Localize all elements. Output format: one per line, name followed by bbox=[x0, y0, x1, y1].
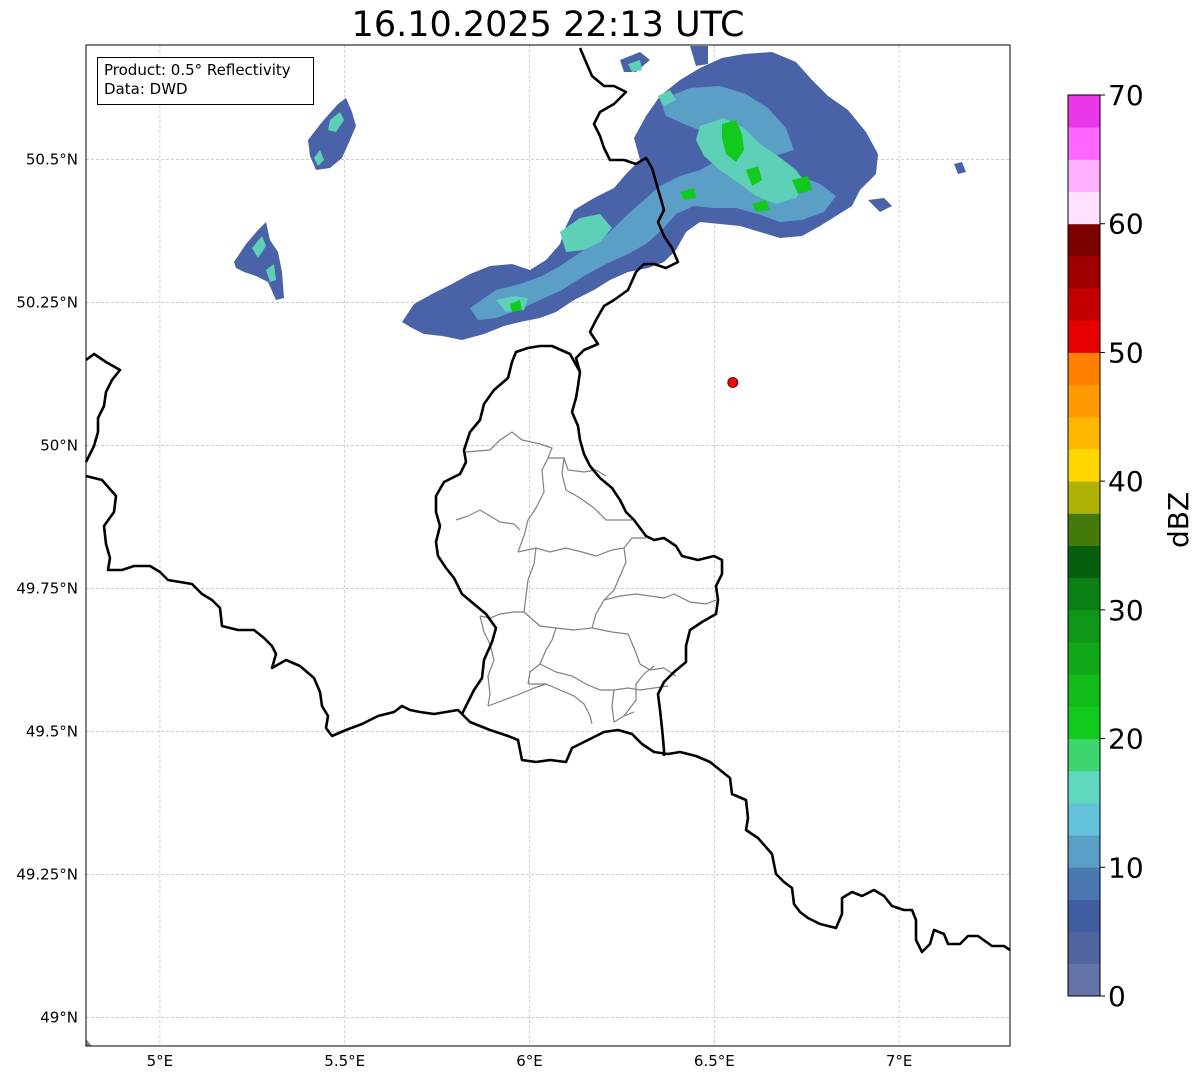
colorbar-tick-label: 70 bbox=[1108, 79, 1144, 112]
colorbar-tick-label: 40 bbox=[1108, 465, 1144, 498]
colorbar-tick-label: 10 bbox=[1108, 851, 1144, 884]
y-tick-label: 50.5°N bbox=[26, 150, 78, 168]
radar-map-figure: 5°E 5.5°E 6°E 6.5°E 7°E 49°N 49.25°N 49.5°N 49.… bbox=[16, 44, 1144, 1070]
colorbar-segment bbox=[1068, 835, 1100, 868]
colorbar-segment bbox=[1068, 899, 1100, 933]
colorbar-segment bbox=[1068, 448, 1100, 482]
y-tick-label: 50.25°N bbox=[16, 293, 78, 311]
radar-site-marker[interactable] bbox=[727, 377, 739, 388]
data-source-label: Data: DWD bbox=[104, 80, 188, 98]
colorbar-segment bbox=[1068, 416, 1100, 450]
colorbar-segment bbox=[1068, 738, 1100, 772]
colorbar-tick-label: 20 bbox=[1108, 723, 1144, 756]
colorbar-segment bbox=[1068, 963, 1100, 997]
colorbar-segment bbox=[1068, 127, 1100, 160]
colorbar-segment bbox=[1068, 609, 1100, 643]
colorbar-segment bbox=[1068, 384, 1100, 418]
y-tick-label: 49.5°N bbox=[26, 722, 78, 740]
y-tick-label: 50°N bbox=[40, 436, 78, 454]
x-axis-ticks: 5°E 5.5°E 6°E 6.5°E 7°E bbox=[147, 1052, 913, 1070]
colorbar-segment bbox=[1068, 223, 1100, 257]
colorbar-segment bbox=[1068, 577, 1100, 611]
colorbar-segment bbox=[1068, 706, 1100, 740]
x-tick-label: 6°E bbox=[516, 1052, 543, 1070]
x-tick-label: 7°E bbox=[886, 1052, 913, 1070]
colorbar-segment bbox=[1068, 320, 1100, 353]
colorbar-segment bbox=[1068, 867, 1100, 900]
map-axes[interactable] bbox=[84, 44, 1011, 1047]
colorbar-tick-label: 0 bbox=[1108, 980, 1126, 1013]
colorbar-tick-label: 30 bbox=[1108, 594, 1144, 627]
colorbar-segment bbox=[1068, 191, 1100, 225]
colorbar-tick-label: 60 bbox=[1108, 208, 1144, 241]
colorbar-segment bbox=[1068, 674, 1100, 707]
colorbar-segment bbox=[1068, 642, 1100, 675]
colorbar-segment bbox=[1068, 931, 1100, 965]
colorbar-segment bbox=[1068, 770, 1100, 804]
colorbar-segment bbox=[1068, 545, 1100, 579]
colorbar-segment bbox=[1068, 95, 1100, 128]
product-label: Product: 0.5° Reflectivity bbox=[104, 61, 291, 79]
info-box: Product: 0.5° Reflectivity Data: DWD bbox=[97, 57, 314, 105]
colorbar-segment bbox=[1068, 352, 1100, 386]
map-background bbox=[86, 45, 1010, 1046]
y-axis-ticks: 49°N 49.25°N 49.5°N 49.75°N 50°N 50.25°N 50.5°… bbox=[16, 150, 78, 1026]
y-tick-label: 49.25°N bbox=[16, 865, 78, 883]
colorbar-segment bbox=[1068, 513, 1100, 546]
colorbar-segment bbox=[1068, 802, 1100, 836]
x-tick-label: 5.5°E bbox=[324, 1052, 365, 1070]
colorbar-label: dBZ bbox=[1162, 491, 1195, 548]
colorbar-segment bbox=[1068, 255, 1100, 289]
colorbar-segment bbox=[1068, 288, 1100, 321]
y-tick-label: 49.75°N bbox=[16, 579, 78, 597]
colorbar-segment bbox=[1068, 481, 1100, 514]
x-tick-label: 6.5°E bbox=[694, 1052, 735, 1070]
colorbar-segment bbox=[1068, 159, 1100, 193]
x-tick-label: 5°E bbox=[147, 1052, 174, 1070]
colorbar-tick-label: 50 bbox=[1108, 336, 1144, 369]
colorbar: 0 10 20 30 40 50 60 70 bbox=[1067, 79, 1144, 1013]
y-tick-label: 49°N bbox=[40, 1008, 78, 1026]
